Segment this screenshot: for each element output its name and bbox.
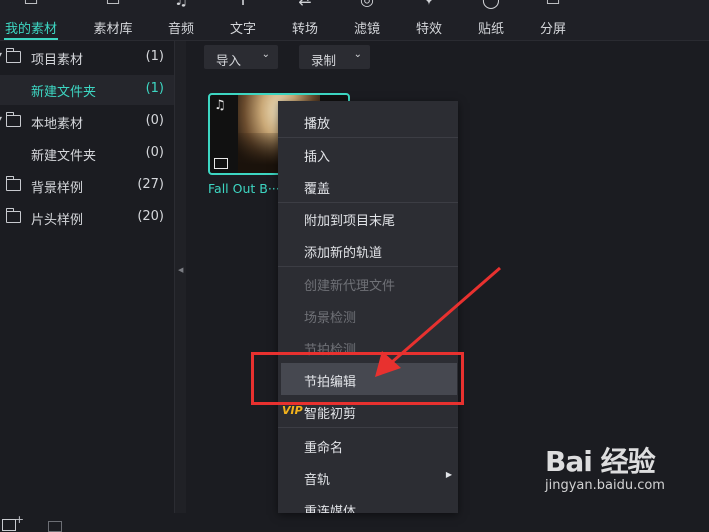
menu-item-scene-detection: 场景检测 bbox=[278, 299, 458, 331]
tree-item-count: (20) bbox=[137, 209, 164, 224]
music-note-icon: ♫ bbox=[174, 0, 188, 8]
tab-audio[interactable]: ♫ 音频 bbox=[160, 0, 202, 40]
menu-item-label: 重命名 bbox=[304, 441, 344, 456]
sticker-icon: ◯ bbox=[482, 0, 500, 8]
menu-item-create-proxy: 创建新代理文件 bbox=[278, 267, 458, 299]
tab-effects[interactable]: ✦ 特效 bbox=[408, 0, 450, 40]
tree-item-label: 背景样例 bbox=[31, 181, 84, 196]
submenu-arrow-icon: ▶ bbox=[445, 470, 452, 479]
tree-item-label: 片头样例 bbox=[31, 213, 84, 228]
menu-item-label: 创建新代理文件 bbox=[304, 279, 396, 294]
tab-label: 贴纸 bbox=[477, 22, 504, 37]
image-icon bbox=[214, 158, 228, 169]
top-toolbar: ▭ 我的素材 ▭ 素材库 ♫ 音频 T 文字 ⇄ 转场 ◎ 滤镜 ✦ 特效 ◯ … bbox=[0, 0, 709, 40]
tab-label: 音频 bbox=[167, 22, 194, 37]
menu-item-label: 附加到项目末尾 bbox=[304, 214, 396, 229]
caret-down-icon[interactable]: ▾ bbox=[0, 114, 2, 123]
tab-label: 我的素材 bbox=[4, 22, 57, 37]
tab-text[interactable]: T 文字 bbox=[222, 0, 264, 40]
tab-my-media[interactable]: ▭ 我的素材 bbox=[0, 0, 62, 40]
record-dropdown[interactable]: 录制 ⌄ bbox=[299, 45, 370, 69]
tab-label: 素材库 bbox=[93, 22, 133, 37]
clip-title[interactable]: Fall Out B··· bbox=[208, 181, 280, 196]
tree-item-new-folder[interactable]: 新建文件夹 (0) bbox=[0, 139, 174, 169]
menu-item-rename[interactable]: 重命名 bbox=[278, 429, 458, 461]
tree-item-new-folder-selected[interactable]: 新建文件夹 (1) bbox=[0, 75, 174, 105]
tree-item-project-media[interactable]: ▾ 项目素材 (1) bbox=[0, 43, 174, 73]
tab-label: 滤镜 bbox=[353, 22, 380, 37]
tree-item-label: 项目素材 bbox=[31, 53, 84, 68]
menu-item-relink-media[interactable]: 重连媒体 bbox=[278, 493, 458, 513]
menu-item-audio-track[interactable]: 音轨 ▶ bbox=[278, 461, 458, 493]
tab-label: 文字 bbox=[229, 22, 256, 37]
context-menu: 播放 插入 覆盖 附加到项目末尾 添加新的轨道 创建新代理文件 场景检测 节拍检… bbox=[278, 101, 458, 513]
panel-splitter[interactable] bbox=[174, 41, 186, 513]
split-screen-icon: ▭ bbox=[545, 0, 560, 8]
effects-icon: ✦ bbox=[422, 0, 435, 8]
tree-item-label: 新建文件夹 bbox=[31, 85, 97, 100]
tree-item-count: (27) bbox=[137, 177, 164, 192]
menu-item-label: 智能初剪 bbox=[304, 407, 357, 422]
menu-item-insert[interactable]: 插入 bbox=[278, 138, 458, 170]
watermark-url: jingyan.baidu.com bbox=[545, 478, 665, 493]
tab-label: 分屏 bbox=[539, 22, 566, 37]
tab-label: 特效 bbox=[415, 22, 442, 37]
import-dropdown[interactable]: 导入 ⌄ bbox=[204, 45, 278, 69]
folder-icon[interactable] bbox=[48, 521, 62, 532]
record-label: 录制 bbox=[311, 53, 337, 68]
tree-item-count: (0) bbox=[145, 113, 164, 128]
menu-item-label: 插入 bbox=[304, 150, 331, 165]
vip-badge: VIP bbox=[282, 404, 303, 417]
watermark-logo: Bai 经验 bbox=[545, 445, 656, 478]
menu-item-play[interactable]: 播放 bbox=[278, 105, 458, 137]
tab-transition[interactable]: ⇄ 转场 bbox=[284, 0, 326, 40]
tab-filter[interactable]: ◎ 滤镜 bbox=[346, 0, 388, 40]
import-label: 导入 bbox=[216, 53, 242, 68]
caret-down-icon[interactable]: ▾ bbox=[0, 50, 2, 59]
menu-item-append-to-end[interactable]: 附加到项目末尾 bbox=[278, 202, 458, 234]
menu-item-overwrite[interactable]: 覆盖 bbox=[278, 170, 458, 202]
menu-item-label: 场景检测 bbox=[304, 311, 357, 326]
tab-label: 转场 bbox=[291, 22, 318, 37]
menu-item-label: 覆盖 bbox=[304, 182, 331, 197]
filter-icon: ◎ bbox=[360, 0, 374, 8]
media-tree-panel: ▾ 项目素材 (1) 新建文件夹 (1) ▾ 本地素材 (0) 新建文件夹 (0… bbox=[0, 41, 174, 532]
tree-item-local-media[interactable]: ▾ 本地素材 (0) bbox=[0, 107, 174, 137]
media-box-icon: ▭ bbox=[23, 0, 38, 8]
music-note-icon: ♫ bbox=[214, 98, 226, 113]
annotation-highlight-box bbox=[251, 352, 464, 405]
collapse-panel-icon[interactable]: ◀ bbox=[178, 266, 183, 274]
folder-icon bbox=[5, 48, 21, 63]
tab-library[interactable]: ▭ 素材库 bbox=[86, 0, 140, 40]
menu-item-label: 播放 bbox=[304, 117, 331, 132]
tree-item-label: 新建文件夹 bbox=[31, 149, 97, 164]
folder-icon bbox=[5, 112, 21, 127]
chevron-down-icon: ⌄ bbox=[261, 49, 270, 60]
library-icon: ▭ bbox=[105, 0, 120, 8]
tree-item-count: (0) bbox=[145, 145, 164, 160]
menu-item-add-new-track[interactable]: 添加新的轨道 bbox=[278, 234, 458, 266]
tab-sticker[interactable]: ◯ 贴纸 bbox=[470, 0, 512, 40]
tree-item-background-samples[interactable]: 背景样例 (27) bbox=[0, 171, 174, 201]
tree-item-intro-samples[interactable]: 片头样例 (20) bbox=[0, 203, 174, 233]
folder-icon bbox=[5, 176, 21, 191]
folder-icon bbox=[5, 208, 21, 223]
menu-item-label: 重连媒体 bbox=[304, 505, 357, 513]
text-icon: T bbox=[238, 0, 248, 8]
transition-icon: ⇄ bbox=[298, 0, 311, 8]
new-folder-icon[interactable] bbox=[2, 513, 24, 531]
menu-item-label: 添加新的轨道 bbox=[304, 246, 383, 261]
tree-item-count: (1) bbox=[145, 81, 164, 96]
menu-separator bbox=[278, 427, 458, 428]
chevron-down-icon: ⌄ bbox=[353, 49, 362, 60]
tree-item-count: (1) bbox=[145, 49, 164, 64]
tab-split-screen[interactable]: ▭ 分屏 bbox=[532, 0, 574, 40]
menu-item-label: 音轨 bbox=[304, 473, 331, 488]
tree-item-label: 本地素材 bbox=[31, 117, 84, 132]
